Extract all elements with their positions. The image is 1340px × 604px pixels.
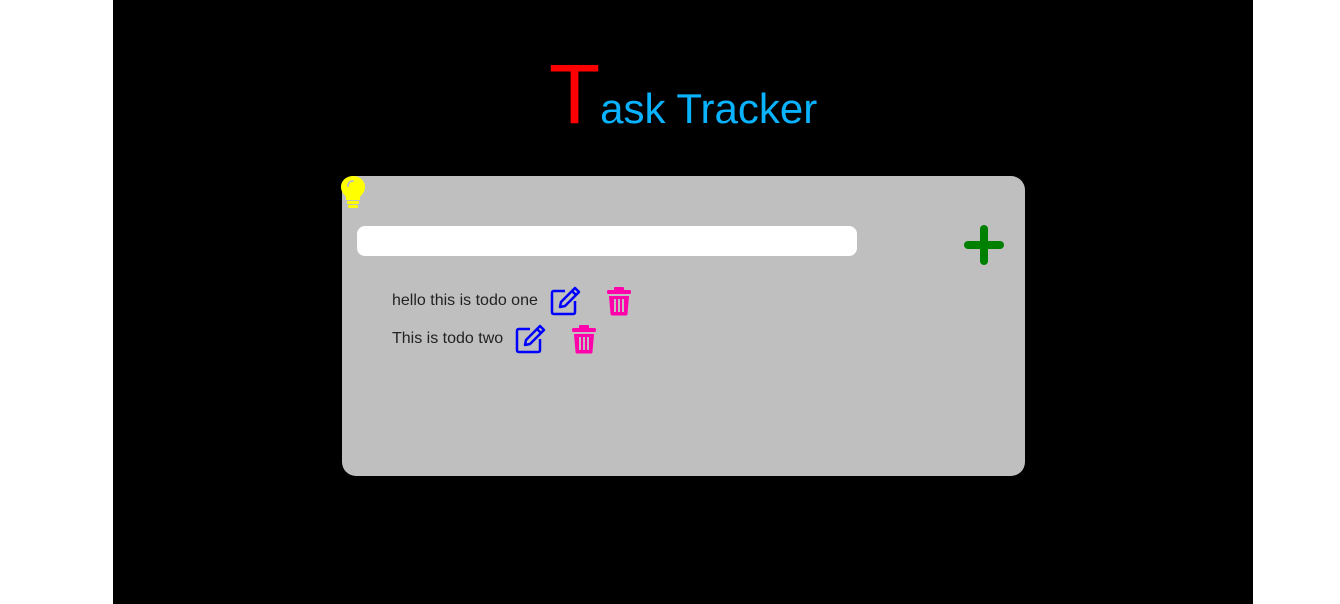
task-input[interactable]: [357, 226, 857, 256]
title-rest: ask Tracker: [600, 85, 818, 132]
trash-icon[interactable]: [606, 286, 632, 316]
todo-text: hello this is todo one: [392, 292, 538, 309]
todo-list: hello this is todo one This is todo two: [392, 282, 632, 358]
todo-text: This is todo two: [392, 330, 504, 347]
lightbulb-icon[interactable]: [340, 175, 366, 209]
task-card: hello this is todo one This is todo two: [340, 175, 1025, 476]
title-first-letter: T: [548, 47, 601, 141]
page-title: Task Tracker: [113, 52, 1253, 136]
add-task-button[interactable]: [962, 223, 1006, 267]
todo-item: This is todo two: [392, 320, 632, 358]
app-background: Task Tracker hello this is todo one This…: [113, 0, 1253, 604]
trash-icon[interactable]: [571, 324, 597, 354]
todo-item: hello this is todo one: [392, 282, 632, 320]
edit-icon[interactable]: [550, 286, 582, 316]
edit-icon[interactable]: [515, 324, 547, 354]
